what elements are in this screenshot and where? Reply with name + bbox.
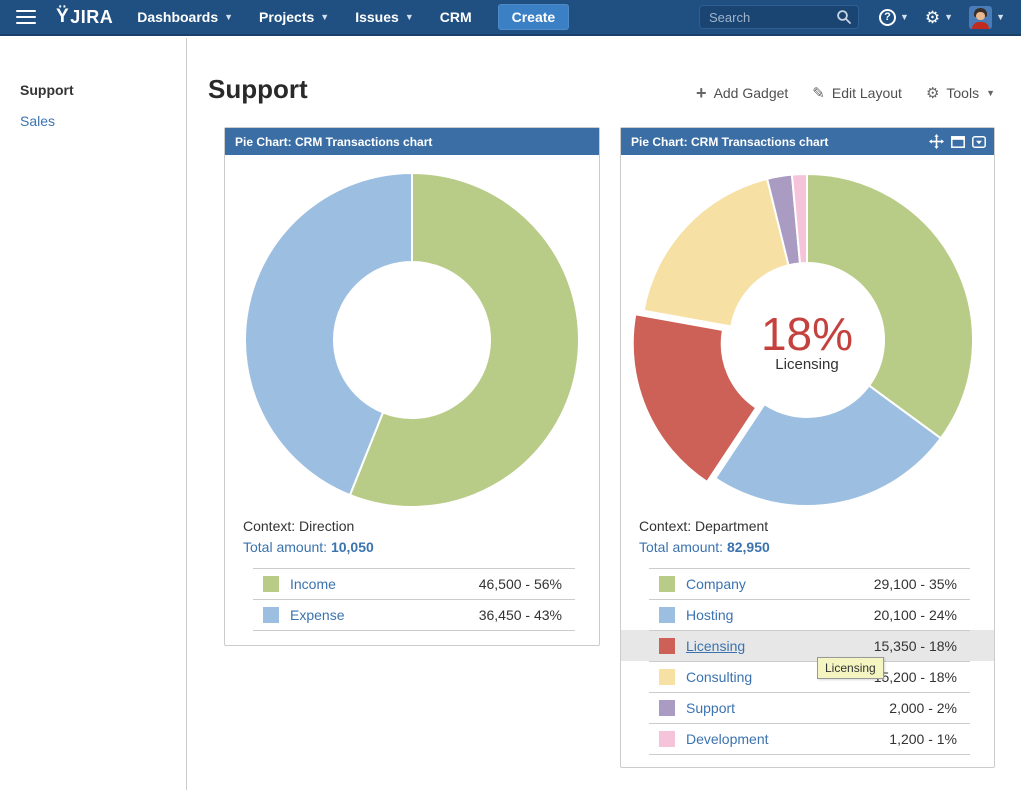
navbar-right: ? ▼ ⚙ ▼ ▼ (699, 5, 1005, 29)
create-button[interactable]: Create (498, 4, 570, 30)
legend-row-expense: Expense 36,450 - 43% (225, 599, 599, 630)
gear-icon: ⚙ (926, 86, 939, 101)
sidebar-item-sales[interactable]: Sales (20, 113, 186, 129)
dashboard-actions: + Add Gadget ✎ Edit Layout ⚙ Tools ▼ (696, 84, 995, 102)
legend-swatch (263, 576, 279, 592)
legend-swatch (659, 607, 675, 623)
legend-label-link[interactable]: Expense (290, 607, 344, 623)
nav-item-projects[interactable]: Projects▼ (259, 9, 329, 25)
legend-value: 15,200 - 18% (874, 669, 957, 685)
donut-center-sublabel: Licensing (775, 356, 838, 373)
legend-row-hosting: Hosting 20,100 - 24% (621, 599, 994, 630)
gadget-header[interactable]: Pie Chart: CRM Transactions chart (225, 128, 599, 155)
donut-center-percent: 18% (761, 308, 853, 360)
context-label: Context: Department (639, 516, 994, 537)
nav-item-issues[interactable]: Issues▼ (355, 9, 414, 25)
edit-layout-button[interactable]: ✎ Edit Layout (812, 85, 902, 101)
move-icon[interactable] (929, 134, 944, 149)
jira-charlie-icon: Ÿ (56, 6, 69, 28)
chevron-down-icon: ▼ (320, 13, 329, 22)
tooltip: Licensing (817, 657, 884, 679)
pie-segment-consulting[interactable] (644, 179, 789, 327)
legend-label-link[interactable]: Licensing (686, 638, 745, 654)
sidebar-item-support[interactable]: Support (20, 82, 186, 98)
search-icon[interactable] (836, 9, 852, 25)
jira-logo[interactable]: Ÿ JIRA (56, 6, 113, 28)
help-icon: ? (879, 9, 896, 26)
legend-label-link[interactable]: Consulting (686, 669, 752, 685)
maximize-icon[interactable] (951, 136, 965, 148)
avatar (969, 6, 992, 29)
donut-chart-department: 18%Licensing (621, 155, 994, 511)
chart-summary: Context: Direction Total amount: 10,050 (225, 511, 599, 558)
gear-icon: ⚙ (925, 9, 940, 26)
pie-segment-company[interactable] (807, 174, 973, 438)
total-amount: Total amount: 82,950 (639, 537, 994, 558)
legend-swatch (659, 638, 675, 654)
legend-value: 36,450 - 43% (479, 607, 562, 623)
tools-menu-button[interactable]: ⚙ Tools ▼ (926, 85, 995, 101)
nav-item-dashboards[interactable]: Dashboards▼ (137, 9, 233, 25)
legend-value: 2,000 - 2% (889, 700, 957, 716)
search-container (699, 5, 859, 29)
legend-label-link[interactable]: Support (686, 700, 735, 716)
page-title: Support (208, 74, 308, 105)
legend-label-link[interactable]: Development (686, 731, 769, 747)
chevron-down-icon: ▼ (996, 13, 1005, 22)
gadget-title: Pie Chart: CRM Transactions chart (235, 135, 432, 149)
chart-summary: Context: Department Total amount: 82,950 (621, 511, 994, 558)
menu-icon[interactable] (16, 10, 36, 24)
jira-dashboard-page: { "navbar": { "logo_charlie": "Ÿ", "logo… (0, 0, 1021, 790)
legend-row-company: Company 29,100 - 35% (621, 568, 994, 599)
search-input[interactable] (699, 5, 859, 29)
gadget-header[interactable]: Pie Chart: CRM Transactions chart (621, 128, 994, 155)
add-gadget-button[interactable]: + Add Gadget (696, 84, 788, 102)
gadget-menu-icon[interactable] (972, 136, 986, 148)
user-menu[interactable]: ▼ (969, 6, 1005, 29)
gadget-pie-chart-direction: Pie Chart: CRM Transactions chart Contex… (224, 127, 600, 646)
legend-swatch (659, 700, 675, 716)
chart-legend: Income 46,500 - 56% Expense 36,450 - 43% (225, 568, 599, 631)
legend-value: 15,350 - 18% (874, 638, 957, 654)
sidebar: Support Sales (0, 38, 187, 790)
gadget-header-icons (929, 134, 986, 149)
legend-value: 46,500 - 56% (479, 576, 562, 592)
legend-label-link[interactable]: Hosting (686, 607, 733, 623)
jira-logo-text: JIRA (70, 7, 113, 28)
legend-label-link[interactable]: Company (686, 576, 746, 592)
chevron-down-icon: ▼ (405, 13, 414, 22)
total-amount-value: 10,050 (331, 539, 374, 555)
legend-label-link[interactable]: Income (290, 576, 336, 592)
legend-row-licensing: Licensing 15,350 - 18% (621, 630, 994, 661)
legend-swatch (659, 731, 675, 747)
legend-row-development: Development 1,200 - 1% (621, 723, 994, 754)
legend-value: 1,200 - 1% (889, 731, 957, 747)
legend-value: 20,100 - 24% (874, 607, 957, 623)
chevron-down-icon: ▼ (900, 13, 909, 22)
gadget-title: Pie Chart: CRM Transactions chart (631, 135, 828, 149)
legend-swatch (659, 669, 675, 685)
donut-chart-direction (225, 155, 599, 511)
gadget-pie-chart-department: Pie Chart: CRM Transactions chart (620, 127, 995, 768)
plus-icon: + (696, 84, 707, 102)
nav-item-crm[interactable]: CRM (440, 9, 472, 25)
legend-row-income: Income 46,500 - 56% (225, 568, 599, 599)
admin-menu[interactable]: ⚙ ▼ (925, 9, 953, 26)
legend-row-support: Support 2,000 - 2% (621, 692, 994, 723)
chart-legend: Company 29,100 - 35% Hosting 20,100 - 24% Li… (621, 568, 994, 755)
pencil-icon: ✎ (812, 86, 825, 101)
total-amount-value: 82,950 (727, 539, 770, 555)
legend-swatch (263, 607, 279, 623)
legend-row-consulting: Consulting 15,200 - 18% (621, 661, 994, 692)
top-navbar: Ÿ JIRA Dashboards▼ Projects▼ Issues▼ CRM… (0, 0, 1021, 36)
chevron-down-icon: ▼ (944, 13, 953, 22)
chevron-down-icon: ▼ (224, 13, 233, 22)
help-menu[interactable]: ? ▼ (879, 9, 909, 26)
legend-swatch (659, 576, 675, 592)
total-amount: Total amount: 10,050 (243, 537, 599, 558)
context-label: Context: Direction (243, 516, 599, 537)
chevron-down-icon: ▼ (986, 88, 995, 98)
legend-value: 29,100 - 35% (874, 576, 957, 592)
